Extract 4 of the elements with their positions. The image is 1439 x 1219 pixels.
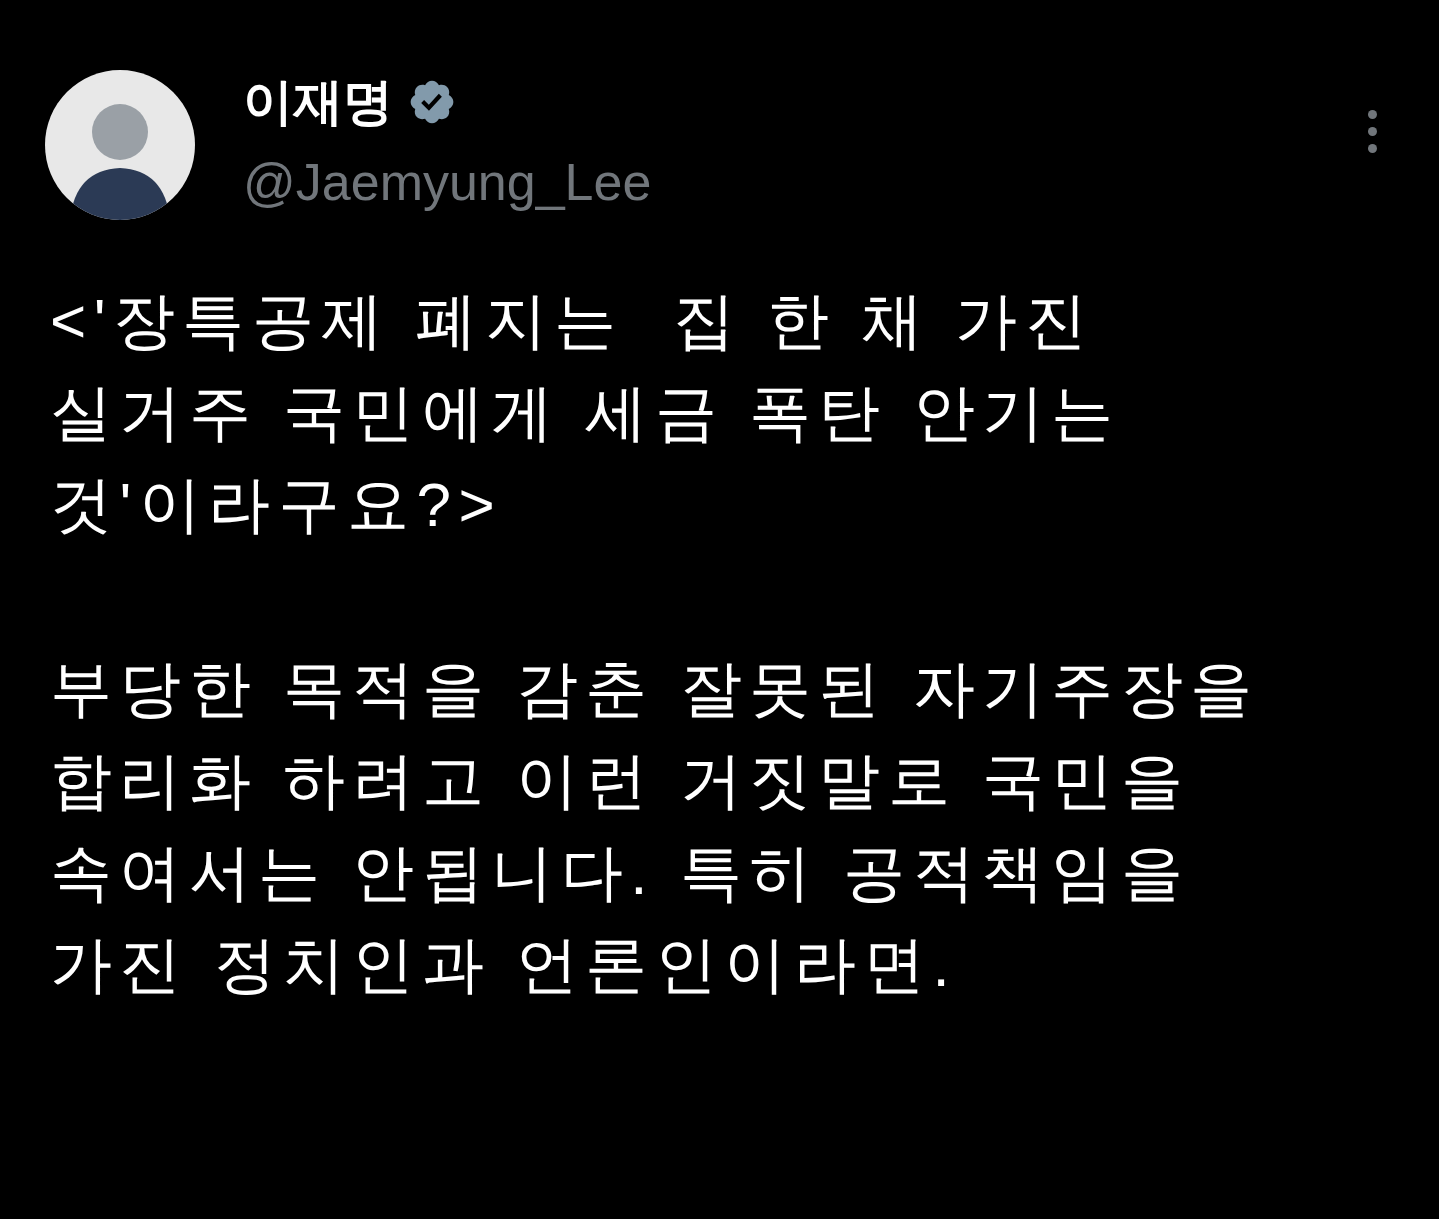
tweet-paragraph: 부당한 목적을 감춘 잘못된 자기주장을 합리화 하려고 이런 거짓말로 국민을 속여서는 안됩니다. 특히 공적책임을 가진 정치인과 언론인이라면. — [50, 653, 1260, 1001]
tweet-paragraph: <'장특공제 폐지는 집 한 채 가진 실거주 국민에게 세금 폭탄 안기는 것'이라구요?> — [50, 285, 1121, 541]
author-name[interactable]: 이재명 — [243, 77, 393, 127]
more-options-icon[interactable] — [1366, 108, 1379, 155]
